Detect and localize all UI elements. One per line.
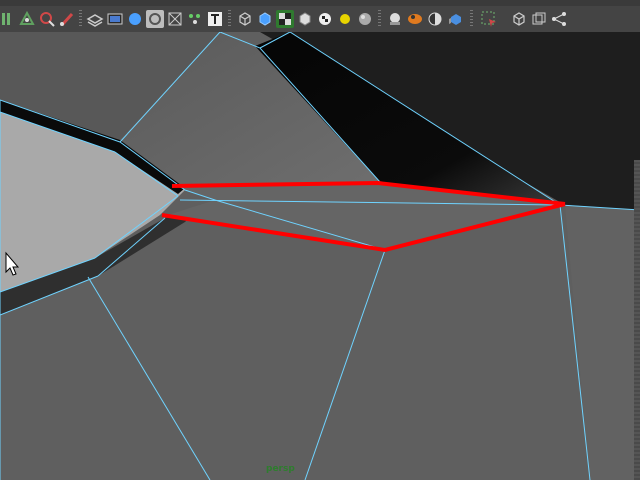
share-nodes-icon[interactable] bbox=[550, 10, 568, 28]
paint-select-icon[interactable] bbox=[38, 10, 56, 28]
menu-strip bbox=[0, 0, 640, 6]
snap-vertex-icon[interactable] bbox=[18, 10, 36, 28]
viewport-scroll-edge[interactable] bbox=[634, 160, 640, 480]
viewport-toolbar bbox=[0, 0, 640, 32]
brush-icon[interactable] bbox=[58, 10, 76, 28]
circle-outline-icon[interactable] bbox=[146, 10, 164, 28]
light-bulb-icon[interactable] bbox=[336, 10, 354, 28]
camera-name-label: persp bbox=[266, 464, 295, 474]
half-ball-icon[interactable] bbox=[426, 10, 444, 28]
cube-wireframe-icon[interactable] bbox=[236, 10, 254, 28]
grid-checker-icon[interactable] bbox=[166, 10, 184, 28]
toolbar-separator bbox=[378, 10, 381, 28]
sphere-shaded-icon[interactable] bbox=[126, 10, 144, 28]
shaded-ball-icon[interactable] bbox=[386, 10, 404, 28]
select-marquee-icon[interactable] bbox=[480, 10, 498, 28]
mesh-canvas[interactable] bbox=[0, 32, 640, 480]
layer-stack-icon[interactable] bbox=[86, 10, 104, 28]
toolbar-separator bbox=[79, 10, 82, 28]
cube-view-icon[interactable] bbox=[510, 10, 528, 28]
film-gate-icon[interactable] bbox=[106, 10, 124, 28]
checker-texture-icon[interactable] bbox=[276, 10, 294, 28]
sphere-grey-icon[interactable] bbox=[356, 10, 374, 28]
isolate-panels-icon[interactable] bbox=[530, 10, 548, 28]
orange-ball-icon[interactable] bbox=[406, 10, 424, 28]
vertex-dots-icon[interactable] bbox=[186, 10, 204, 28]
perspective-viewport[interactable] bbox=[0, 32, 640, 480]
toolbar-separator bbox=[228, 10, 231, 28]
cube-outline-icon[interactable] bbox=[296, 10, 314, 28]
blue-cube-icon[interactable] bbox=[446, 10, 464, 28]
checkerboard-icon[interactable] bbox=[316, 10, 334, 28]
toolbar-separator bbox=[470, 10, 473, 28]
snap-grid-icon[interactable] bbox=[0, 10, 18, 28]
text-t-icon[interactable] bbox=[206, 10, 224, 28]
cube-shaded-icon[interactable] bbox=[256, 10, 274, 28]
